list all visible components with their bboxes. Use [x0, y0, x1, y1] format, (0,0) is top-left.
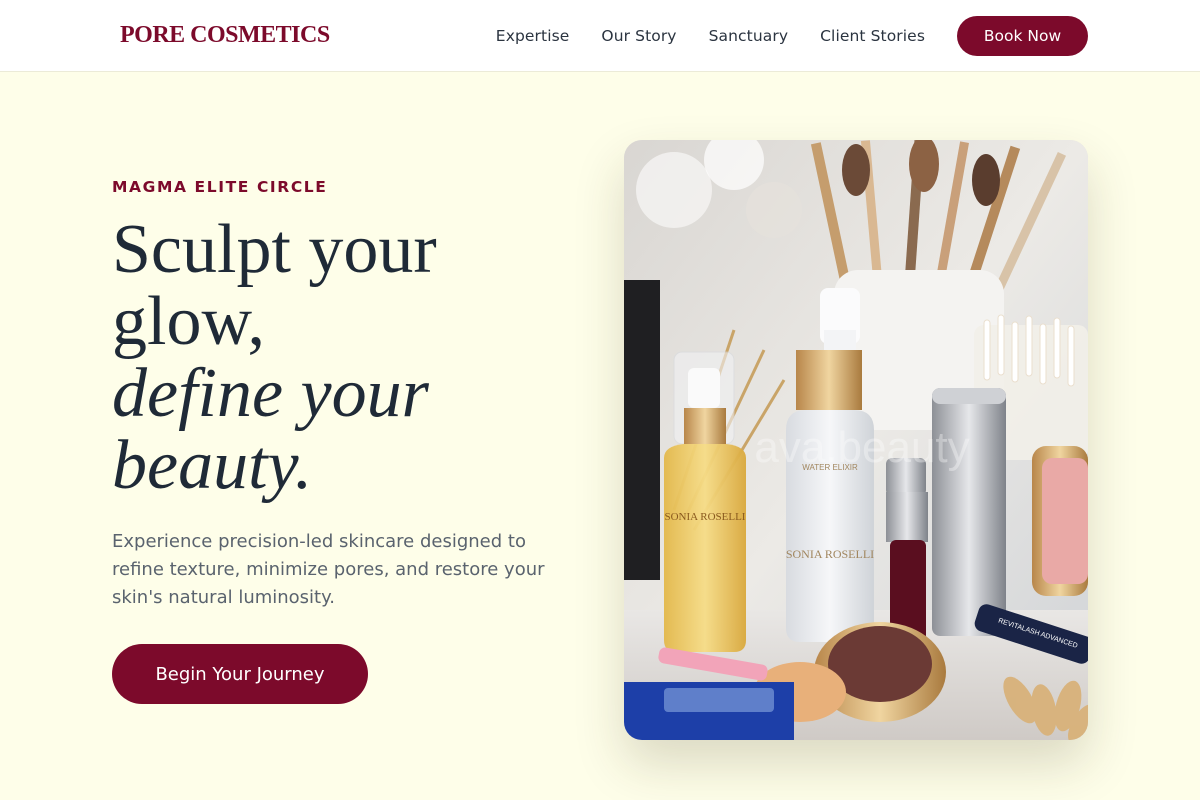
oil-bottle-icon: SONIA ROSELLI — [664, 351, 746, 652]
book-now-button[interactable]: Book Now — [957, 16, 1088, 56]
headline-line-1: Sculpt your — [112, 211, 437, 288]
compact-icon — [1032, 446, 1088, 596]
begin-journey-button[interactable]: Begin Your Journey — [112, 644, 368, 704]
nav-link-sanctuary[interactable]: Sanctuary — [709, 19, 789, 53]
hero-description: Experience precision-led skincare design… — [112, 531, 545, 608]
nav-link-expertise[interactable]: Expertise — [496, 19, 570, 53]
headline-line-2: glow, — [112, 283, 265, 360]
serum-brand-label: SONIA ROSELLI — [786, 547, 874, 561]
brand-logo[interactable]: PORE COSMETICS — [120, 22, 330, 49]
main-nav: Expertise Our Story Sanctuary Client Sto… — [496, 16, 1088, 56]
site-header: PORE COSMETICS Expertise Our Story Sanct… — [0, 0, 1200, 72]
oil-bottle-label: SONIA ROSELLI — [665, 511, 746, 523]
nav-link-our-story[interactable]: Our Story — [601, 19, 676, 53]
headline-line-4: beauty. — [112, 427, 313, 504]
hero-eyebrow: MAGMA ELITE CIRCLE — [112, 178, 328, 196]
hero-headline: Sculpt your glow, define your beauty. — [112, 214, 592, 502]
image-watermark: ava.beauty — [754, 423, 969, 472]
hero-product-photo: SONIA ROSELLI WATER ELIXIR SONIA ROSELLI — [624, 140, 1088, 740]
headline-line-3: define your — [112, 355, 429, 432]
nav-link-client-stories[interactable]: Client Stories — [820, 19, 925, 53]
